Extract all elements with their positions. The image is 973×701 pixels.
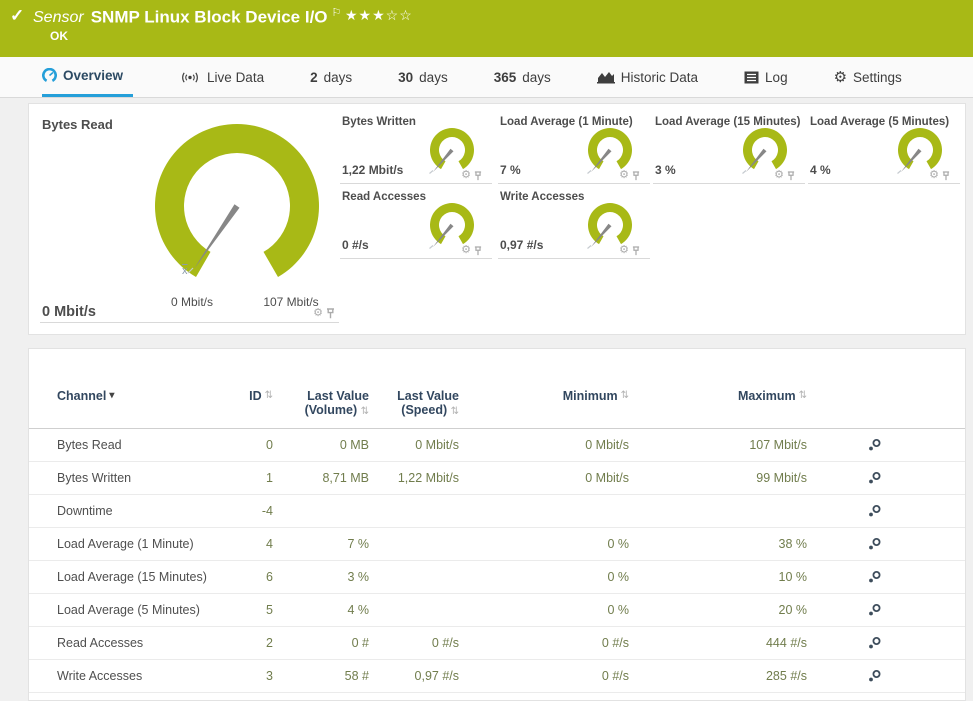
page-title: SNMP Linux Block Device I/O [91, 7, 328, 26]
column-header-minimum[interactable]: Minimum ⇅ [459, 389, 629, 403]
gauge-tile-bytes-read[interactable]: Bytes Read x 0 Mbit/s 107 Mbit/s 0 Mbit/… [40, 114, 339, 323]
column-header-maximum[interactable]: Maximum ⇅ [629, 389, 807, 403]
pin-icon[interactable] [787, 171, 795, 181]
table-row[interactable]: Bytes Written 1 8,71 MB 1,22 Mbit/s 0 Mb… [29, 462, 965, 495]
radial-gauge [149, 120, 325, 296]
channel-name[interactable]: Read Accesses [57, 636, 245, 650]
gauge-scale-min: 0 Mbit/s [152, 295, 232, 309]
gauge-value: 7 % [500, 163, 521, 177]
channel-table-panel: Channel ▾ ID ⇅ Last Value (Volume) ⇅ Las… [28, 348, 966, 701]
gauges-panel: Bytes Read x 0 Mbit/s 107 Mbit/s 0 Mbit/… [28, 103, 966, 335]
gear-icon: ⚙ [834, 68, 847, 86]
gear-icon[interactable]: ⚙ [461, 245, 471, 256]
channel-settings-icon[interactable] [867, 537, 882, 551]
tab-2-days[interactable]: 2 days [310, 57, 352, 97]
pin-icon[interactable] [326, 308, 335, 319]
gauge-tile-bytes-written[interactable]: Bytes Written 1,22 Mbit/s ⚙ [340, 113, 492, 184]
gauge-title: Write Accesses [500, 191, 584, 203]
gear-icon[interactable]: ⚙ [929, 170, 939, 181]
gauge-title: Bytes Read [42, 117, 113, 132]
channel-settings-icon[interactable] [867, 636, 882, 650]
channel-table: Channel ▾ ID ⇅ Last Value (Volume) ⇅ Las… [29, 377, 965, 693]
gear-icon[interactable]: ⚙ [313, 308, 323, 319]
table-row[interactable]: Load Average (1 Minute) 4 7 % 0 % 38 % [29, 528, 965, 561]
table-row[interactable]: Load Average (15 Minutes) 6 3 % 0 % 10 % [29, 561, 965, 594]
priority-stars[interactable]: ★★★☆☆ [345, 7, 413, 24]
gauge-tile-load-average-15min[interactable]: Load Average (15 Minutes) 3 % ⚙ [653, 113, 805, 184]
sort-icon: ⇅ [799, 389, 807, 403]
tab-365-days[interactable]: 365 days [494, 57, 551, 97]
sort-desc-icon: ▾ [109, 389, 114, 403]
status-badge: OK [50, 29, 68, 43]
table-row[interactable]: Load Average (5 Minutes) 5 4 % 0 % 20 % [29, 594, 965, 627]
sort-icon: ⇅ [621, 389, 629, 403]
tab-live-data[interactable]: Live Data [179, 57, 264, 97]
pin-icon[interactable] [474, 171, 482, 181]
gauge-title: Read Accesses [342, 191, 426, 203]
channel-settings-icon[interactable] [867, 669, 882, 683]
table-row[interactable]: Write Accesses 3 58 # 0,97 #/s 0 #/s 285… [29, 660, 965, 693]
log-list-icon [744, 71, 759, 84]
tab-30-days[interactable]: 30 days [398, 57, 448, 97]
sensor-kind-label: Sensor [33, 9, 84, 26]
sort-icon: ⇅ [451, 406, 459, 417]
gauge-value: 0 #/s [342, 238, 369, 252]
gauge-tile-load-average-1min[interactable]: Load Average (1 Minute) 7 % ⚙ [498, 113, 650, 184]
tab-bar: Overview Live Data 2 days 30 days 365 da… [0, 57, 973, 98]
gear-icon[interactable]: ⚙ [619, 170, 629, 181]
column-header-last-value-volume[interactable]: Last Value (Volume) ⇅ [273, 389, 369, 419]
gauge-value: 3 % [655, 163, 676, 177]
tab-log[interactable]: Log [744, 57, 788, 97]
sort-icon: ⇅ [361, 406, 369, 417]
channel-settings-icon[interactable] [867, 603, 882, 617]
gauge-value: 0 Mbit/s [42, 304, 96, 320]
gauge-tile-load-average-5min[interactable]: Load Average (5 Minutes) 4 % ⚙ [808, 113, 960, 184]
flag-icon[interactable]: ⚐ [332, 7, 342, 19]
gear-icon[interactable]: ⚙ [461, 170, 471, 181]
channel-name[interactable]: Bytes Read [57, 438, 245, 452]
tab-overview[interactable]: Overview [42, 57, 133, 97]
channel-name[interactable]: Load Average (15 Minutes) [57, 570, 245, 584]
column-header-channel[interactable]: Channel ▾ [57, 389, 245, 403]
channel-name[interactable]: Load Average (5 Minutes) [57, 603, 245, 617]
sort-icon: ⇅ [265, 389, 273, 403]
tab-settings[interactable]: ⚙ Settings [834, 57, 902, 97]
channel-settings-icon[interactable] [867, 438, 882, 452]
column-header-id[interactable]: ID ⇅ [245, 389, 273, 403]
column-header-last-value-speed[interactable]: Last Value (Speed) ⇅ [369, 389, 459, 419]
gauge-value: 1,22 Mbit/s [342, 163, 403, 177]
sensor-header: ✓ Sensor SNMP Linux Block Device I/O ⚐ ★★★… [0, 0, 973, 57]
table-header-row: Channel ▾ ID ⇅ Last Value (Volume) ⇅ Las… [29, 377, 965, 429]
gauge-value: 4 % [810, 163, 831, 177]
table-row[interactable]: Downtime -4 [29, 495, 965, 528]
channel-settings-icon[interactable] [867, 471, 882, 485]
average-marker: x [182, 265, 188, 277]
channel-name[interactable]: Bytes Written [57, 471, 245, 485]
channel-name[interactable]: Load Average (1 Minute) [57, 537, 245, 551]
table-row[interactable]: Bytes Read 0 0 MB 0 Mbit/s 0 Mbit/s 107 … [29, 429, 965, 462]
gear-icon[interactable]: ⚙ [619, 245, 629, 256]
channel-name[interactable]: Write Accesses [57, 669, 245, 683]
channel-name[interactable]: Downtime [57, 504, 245, 518]
pin-icon[interactable] [632, 246, 640, 256]
pin-icon[interactable] [632, 171, 640, 181]
channel-settings-icon[interactable] [867, 570, 882, 584]
tab-historic-data[interactable]: Historic Data [597, 57, 698, 97]
gauge-icon [42, 68, 57, 83]
pin-icon[interactable] [474, 246, 482, 256]
channel-settings-icon[interactable] [867, 504, 882, 518]
status-ok-check-icon: ✓ [10, 6, 24, 26]
gauge-tile-read-accesses[interactable]: Read Accesses 0 #/s ⚙ [340, 188, 492, 259]
table-row[interactable]: Read Accesses 2 0 # 0 #/s 0 #/s 444 #/s [29, 627, 965, 660]
gauge-tile-write-accesses[interactable]: Write Accesses 0,97 #/s ⚙ [498, 188, 650, 259]
gauge-title: Bytes Written [342, 116, 416, 128]
broadcast-icon [179, 70, 201, 85]
gauge-value: 0,97 #/s [500, 238, 543, 252]
gear-icon[interactable]: ⚙ [774, 170, 784, 181]
area-chart-icon [597, 70, 615, 84]
pin-icon[interactable] [942, 171, 950, 181]
